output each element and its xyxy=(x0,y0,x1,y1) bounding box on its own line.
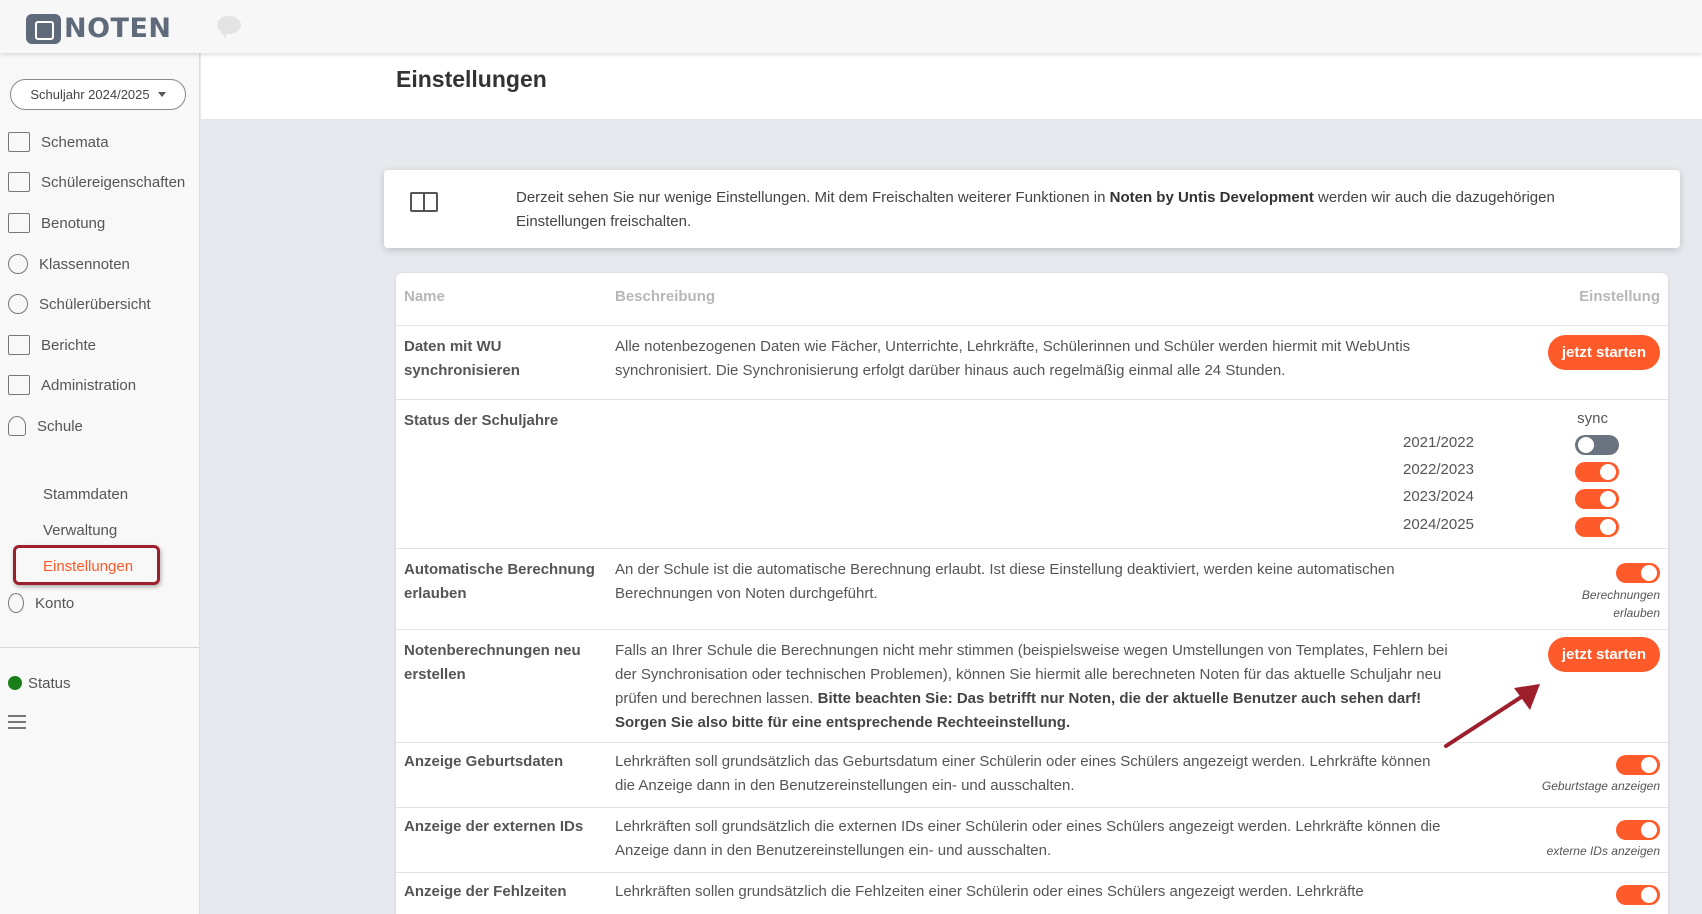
setting-name: Daten mit WU synchronisieren xyxy=(404,338,520,379)
sidebar-item-schuelereigenschaften[interactable]: Schülereigenschaften xyxy=(8,169,185,195)
sidebar-item-benotung[interactable]: Benotung xyxy=(8,210,105,236)
school-year-label: 2021/2022 xyxy=(1403,434,1474,451)
column-header-setting: Einstellung xyxy=(1579,288,1660,305)
setting-description: Alle notenbezogenen Daten wie Fächer, Un… xyxy=(615,338,1411,379)
external-ids-toggle[interactable] xyxy=(1616,820,1660,840)
status-label: Status xyxy=(28,674,71,692)
setting-name: Anzeige Geburtsdaten xyxy=(404,753,564,770)
setting-description: Lehrkräften soll grundsätzlich die exter… xyxy=(615,818,1441,859)
sidebar-item-label: Schemata xyxy=(41,133,109,151)
table-row: Status der Schuljahre sync 2021/2022 202… xyxy=(396,399,1668,548)
administration-icon xyxy=(8,375,30,395)
sidebar-item-label: Klassennoten xyxy=(39,255,130,273)
sidebar-divider xyxy=(0,647,199,648)
sidebar-item-label: Schülerübersicht xyxy=(39,295,151,313)
chat-icon[interactable] xyxy=(217,16,241,39)
absences-toggle[interactable] xyxy=(1616,885,1660,905)
info-text: Derzeit sehen Sie nur wenige Einstellung… xyxy=(516,186,1636,234)
top-bar: NOTEN xyxy=(0,0,1702,53)
menu-icon[interactable] xyxy=(8,715,26,729)
setting-name: Automatische Berechnung erlauben xyxy=(404,561,595,602)
school-year-value: Schuljahr 2024/2025 xyxy=(30,87,150,102)
sidebar-item-konto[interactable]: Konto xyxy=(8,590,74,616)
table-header-row: Name Beschreibung Einstellung xyxy=(396,273,1668,325)
setting-description: Falls an Ihrer Schule die Berechnungen n… xyxy=(615,639,1450,735)
student-overview-icon xyxy=(8,294,28,314)
school-year-label: 2022/2023 xyxy=(1403,461,1474,478)
book-icon xyxy=(410,192,438,212)
setting-description: An der Schule ist die automatische Berec… xyxy=(615,561,1395,602)
column-header-description: Beschreibung xyxy=(615,288,716,305)
student-properties-icon xyxy=(8,172,30,192)
sidebar-item-label: Administration xyxy=(41,376,137,394)
toggle-label: Berechnungen erlauben xyxy=(1582,586,1660,622)
info-card: Derzeit sehen Sie nur wenige Einstellung… xyxy=(384,170,1680,248)
sidebar-item-label: Berichte xyxy=(41,336,97,354)
sync-start-button[interactable]: jetzt starten xyxy=(1547,335,1660,370)
sidebar-item-berichte[interactable]: Berichte xyxy=(8,332,96,358)
setting-description: Lehrkräften sollen grundsätzlich die Feh… xyxy=(615,883,1364,900)
table-row: Anzeige der Fehlzeiten Lehrkräften solle… xyxy=(396,872,1668,914)
school-year-select[interactable]: Schuljahr 2024/2025 xyxy=(10,79,186,110)
setting-name: Anzeige der Fehlzeiten xyxy=(404,883,567,900)
sidebar-item-schule[interactable]: Schule xyxy=(8,413,83,439)
toggle-label-line: Berechnungen xyxy=(1581,588,1660,602)
class-grades-icon xyxy=(8,254,28,274)
page-title: Einstellungen xyxy=(396,66,547,92)
toggle-label: externe IDs anzeigen xyxy=(1546,844,1660,858)
sidebar-item-schemata[interactable]: Schemata xyxy=(8,129,109,155)
toggle-label-line: erlauben xyxy=(1613,606,1660,620)
caret-down-icon xyxy=(157,92,166,97)
sidebar-item-schueleruebersicht[interactable]: Schülerübersicht xyxy=(8,291,151,317)
settings-table: Name Beschreibung Einstellung Daten mit … xyxy=(396,273,1668,914)
sidebar-item-label: Schule xyxy=(37,417,83,435)
sidebar-subitem-verwaltung[interactable]: Verwaltung xyxy=(43,522,117,539)
table-row: Anzeige der externen IDs Lehrkräften sol… xyxy=(396,807,1668,872)
setting-name: Anzeige der externen IDs xyxy=(404,818,584,835)
setting-name: Status der Schuljahre xyxy=(404,412,559,429)
info-text-part: Derzeit sehen Sie nur wenige Einstellung… xyxy=(516,189,1110,206)
sidebar-item-label: Schülereigenschaften xyxy=(41,173,186,191)
sidebar-item-status[interactable]: Status xyxy=(8,670,71,696)
sidebar-subitem-stammdaten[interactable]: Stammdaten xyxy=(43,486,128,503)
app-logo[interactable]: NOTEN xyxy=(26,14,172,44)
sync-column-label: sync xyxy=(1577,410,1608,427)
auto-calculation-toggle[interactable] xyxy=(1616,563,1660,583)
sidebar-item-label: Konto xyxy=(35,594,75,612)
sidebar-item-klassennoten[interactable]: Klassennoten xyxy=(8,251,130,277)
reports-icon xyxy=(8,335,30,355)
status-indicator-icon xyxy=(8,676,22,690)
schemata-icon xyxy=(8,132,30,152)
user-icon xyxy=(8,593,24,613)
annotation-highlight-box xyxy=(13,545,160,585)
school-year-label: 2023/2024 xyxy=(1403,488,1474,505)
toggle-label: Geburtstage anzeigen xyxy=(1541,779,1660,793)
sidebar-item-administration[interactable]: Administration xyxy=(8,372,136,398)
sync-toggle-2024-2025[interactable] xyxy=(1575,517,1619,537)
birthdates-toggle[interactable] xyxy=(1616,755,1660,775)
table-row: Automatische Berechnung erlauben An der … xyxy=(396,548,1668,629)
school-year-label: 2024/2025 xyxy=(1403,516,1474,533)
page-header: Einstellungen xyxy=(201,53,1702,120)
grading-icon xyxy=(8,213,30,233)
table-row: Daten mit WU synchronisieren Alle notenb… xyxy=(396,325,1668,399)
sync-toggle-2023-2024[interactable] xyxy=(1575,489,1619,509)
setting-name: Notenberechnungen neu erstellen xyxy=(404,642,581,683)
school-icon xyxy=(8,416,26,436)
column-header-name: Name xyxy=(404,288,445,305)
annotation-arrow-icon xyxy=(1444,684,1540,748)
setting-description: Lehrkräften soll grundsätzlich das Gebur… xyxy=(615,753,1431,794)
sync-toggle-2021-2022[interactable] xyxy=(1575,435,1619,455)
logo-text: NOTEN xyxy=(64,13,172,44)
logo-icon xyxy=(26,14,61,44)
sidebar: Schuljahr 2024/2025 Schemata Schülereige… xyxy=(0,53,200,914)
info-text-bold: Noten by Untis Development xyxy=(1109,189,1314,206)
sidebar-item-label: Benotung xyxy=(41,214,106,232)
recalculate-start-button[interactable]: jetzt starten xyxy=(1547,637,1660,672)
sync-toggle-2022-2023[interactable] xyxy=(1575,462,1619,482)
